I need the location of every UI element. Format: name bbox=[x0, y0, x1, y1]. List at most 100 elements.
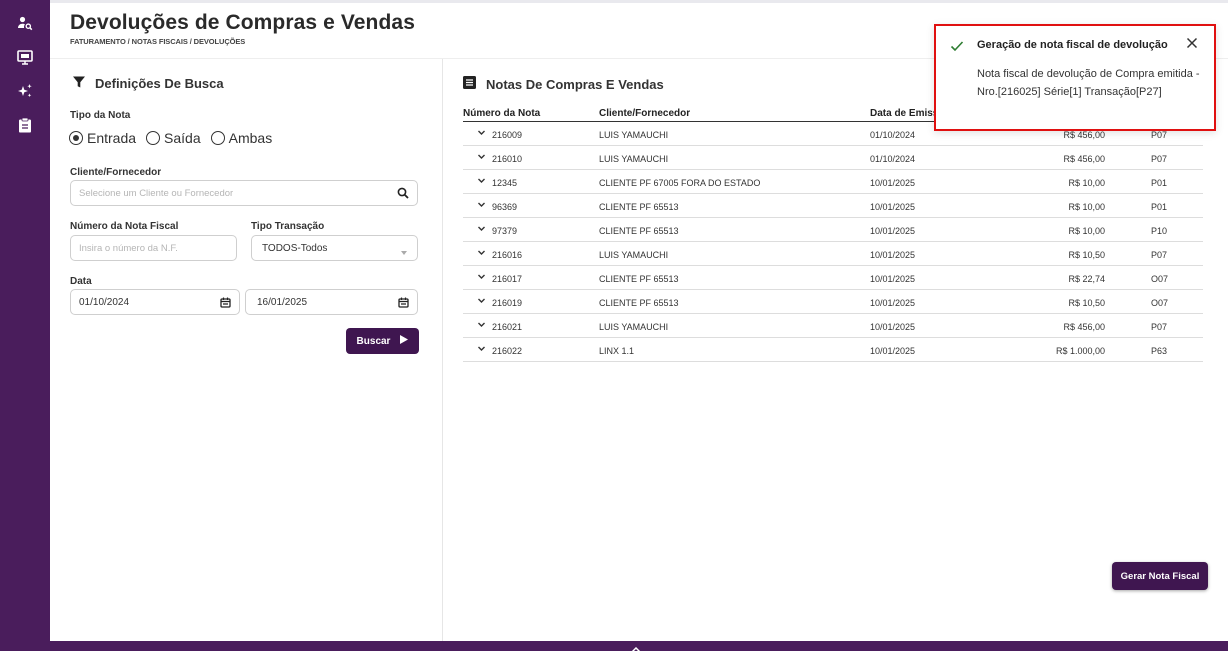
radio-entrada-label: Entrada bbox=[87, 130, 137, 146]
radio-saida[interactable]: Saída bbox=[146, 130, 201, 146]
row-numero: 216009 bbox=[492, 130, 523, 140]
radio-checked-icon[interactable] bbox=[69, 131, 83, 145]
row-numero: 216022 bbox=[492, 346, 523, 356]
data-inicio-field[interactable]: 01/10/2024 bbox=[70, 289, 240, 315]
cliente-input[interactable] bbox=[79, 187, 409, 199]
row-cliente: CLIENTE PF 65513 bbox=[599, 202, 679, 212]
table-row[interactable]: 96369 CLIENTE PF 65513 10/01/2025 R$ 10,00 P… bbox=[463, 194, 1203, 218]
radio-ambas[interactable]: Ambas bbox=[210, 130, 272, 146]
row-valor: R$ 22,74 bbox=[1068, 274, 1105, 284]
radio-entrada[interactable]: Entrada bbox=[69, 130, 136, 146]
calendar-icon[interactable] bbox=[218, 295, 232, 309]
chevron-down-icon[interactable] bbox=[477, 320, 487, 330]
row-numero: 12345 bbox=[492, 178, 518, 188]
chevron-down-icon[interactable] bbox=[477, 224, 487, 234]
table-row[interactable]: 216019 CLIENTE PF 65513 10/01/2025 R$ 10,50… bbox=[463, 290, 1203, 314]
panel-divider bbox=[442, 59, 443, 642]
tipo-nota-label: Tipo da Nota bbox=[70, 110, 131, 121]
numero-nota-label: Número da Nota Fiscal bbox=[70, 221, 179, 232]
row-data: 10/01/2025 bbox=[870, 250, 916, 260]
chevron-down-icon[interactable] bbox=[477, 200, 487, 210]
row-valor: R$ 10,00 bbox=[1068, 226, 1105, 236]
row-cliente: CLIENTE PF 65513 bbox=[599, 298, 679, 308]
row-cliente: CLIENTE PF 67005 FORA DO ESTADO bbox=[599, 178, 761, 188]
row-transacao: P07 bbox=[1151, 154, 1168, 164]
row-data: 01/10/2024 bbox=[870, 154, 916, 164]
row-data: 10/01/2025 bbox=[870, 202, 916, 212]
row-cliente: CLIENTE PF 65513 bbox=[599, 274, 679, 284]
table-row[interactable]: 216010 LUIS YAMAUCHI 01/10/2024 R$ 456,00 P0… bbox=[463, 146, 1203, 170]
monitor-icon[interactable] bbox=[13, 45, 37, 69]
data-label: Data bbox=[70, 276, 92, 287]
radio-unchecked-icon[interactable] bbox=[146, 131, 161, 145]
gerar-nota-fiscal-button[interactable]: Gerar Nota Fiscal bbox=[1112, 562, 1208, 590]
tipo-transacao-label: Tipo Transação bbox=[251, 221, 325, 232]
row-valor: R$ 10,50 bbox=[1068, 298, 1105, 308]
row-valor: R$ 1.000,00 bbox=[1055, 346, 1105, 356]
buscar-button[interactable]: Buscar bbox=[346, 328, 419, 354]
top-border bbox=[50, 0, 1228, 3]
row-transacao: P01 bbox=[1151, 178, 1168, 188]
table-row[interactable]: 216017 CLIENTE PF 65513 10/01/2025 R$ 22,74… bbox=[463, 266, 1203, 290]
row-data: 10/01/2025 bbox=[870, 274, 916, 284]
table-row[interactable]: 97379 CLIENTE PF 65513 10/01/2025 R$ 10,00 P… bbox=[463, 218, 1203, 242]
chevron-up-icon[interactable] bbox=[630, 641, 642, 651]
row-transacao: P07 bbox=[1151, 250, 1168, 260]
breadcrumb: FATURAMENTO / NOTAS FISCAIS / DEVOLUÇÕES bbox=[70, 37, 246, 46]
row-transacao: O07 bbox=[1151, 298, 1169, 308]
list-icon bbox=[463, 76, 476, 92]
table-row[interactable]: 12345 CLIENTE PF 67005 FORA DO ESTADO 10/0… bbox=[463, 170, 1203, 194]
sparkles-icon[interactable] bbox=[13, 79, 37, 103]
close-icon[interactable] bbox=[1186, 36, 1200, 50]
row-transacao: P07 bbox=[1151, 322, 1168, 332]
row-transacao: P63 bbox=[1151, 346, 1168, 356]
cliente-field[interactable] bbox=[70, 180, 418, 206]
row-numero: 96369 bbox=[492, 202, 518, 212]
row-transacao: P01 bbox=[1151, 202, 1168, 212]
chevron-down-icon[interactable] bbox=[477, 152, 487, 162]
table-row[interactable]: 216022 LINX 1.1 10/01/2025 R$ 1.000,00 P63 bbox=[463, 338, 1203, 362]
chevron-down-icon[interactable] bbox=[477, 128, 487, 138]
row-valor: R$ 10,50 bbox=[1068, 250, 1105, 260]
table-row[interactable]: 216016 LUIS YAMAUCHI 10/01/2025 R$ 10,50 P07 bbox=[463, 242, 1203, 266]
row-transacao: P07 bbox=[1151, 130, 1168, 140]
radio-saida-label: Saída bbox=[164, 130, 201, 146]
cliente-label: Cliente/Fornecedor bbox=[70, 167, 162, 178]
calendar-icon[interactable] bbox=[396, 295, 410, 309]
chevron-down-icon[interactable] bbox=[477, 248, 487, 258]
check-icon bbox=[950, 39, 964, 53]
row-cliente: CLIENTE PF 65513 bbox=[599, 226, 679, 236]
notas-section-header: Notas De Compras E Vendas bbox=[463, 76, 664, 92]
person-search-icon[interactable] bbox=[13, 11, 37, 35]
row-data: 10/01/2025 bbox=[870, 298, 916, 308]
chevron-down-icon[interactable] bbox=[477, 296, 487, 306]
toast-message: Nota fiscal de devolução de Compra emiti… bbox=[977, 68, 1200, 98]
chevron-down-icon[interactable] bbox=[477, 272, 487, 282]
row-cliente: LUIS YAMAUCHI bbox=[599, 322, 669, 332]
radio-unchecked-icon[interactable] bbox=[210, 131, 225, 145]
data-fim-field[interactable]: 16/01/2025 bbox=[245, 289, 418, 315]
search-section-title: Definições De Busca bbox=[95, 76, 224, 91]
row-data: 10/01/2025 bbox=[870, 226, 916, 236]
row-numero: 216017 bbox=[492, 274, 523, 284]
col-header-numero[interactable]: Número da Nota bbox=[463, 108, 540, 119]
tipo-transacao-select[interactable]: TODOS-Todos bbox=[251, 235, 418, 261]
row-data: 10/01/2025 bbox=[870, 322, 916, 332]
search-icon[interactable] bbox=[396, 186, 410, 200]
row-numero: 216016 bbox=[492, 250, 523, 260]
row-cliente: LINX 1.1 bbox=[599, 346, 635, 356]
col-header-data[interactable]: Data de Emissã bbox=[870, 108, 944, 119]
table-row[interactable]: 216021 LUIS YAMAUCHI 10/01/2025 R$ 456,00 P0… bbox=[463, 314, 1203, 338]
chevron-down-icon[interactable] bbox=[477, 344, 487, 354]
row-data: 10/01/2025 bbox=[870, 178, 916, 188]
tipo-transacao-value: TODOS-Todos bbox=[262, 242, 328, 254]
numero-nota-field[interactable] bbox=[70, 235, 237, 261]
toast-title: Geração de nota fiscal de devolução bbox=[977, 39, 1168, 51]
row-cliente: LUIS YAMAUCHI bbox=[599, 130, 669, 140]
col-header-cliente[interactable]: Cliente/Fornecedor bbox=[599, 108, 690, 119]
side-navigation bbox=[0, 0, 50, 651]
numero-nota-input[interactable] bbox=[79, 242, 228, 254]
search-section-header: Definições De Busca bbox=[73, 76, 224, 91]
chevron-down-icon[interactable] bbox=[477, 176, 487, 186]
clipboard-icon[interactable] bbox=[13, 113, 37, 137]
